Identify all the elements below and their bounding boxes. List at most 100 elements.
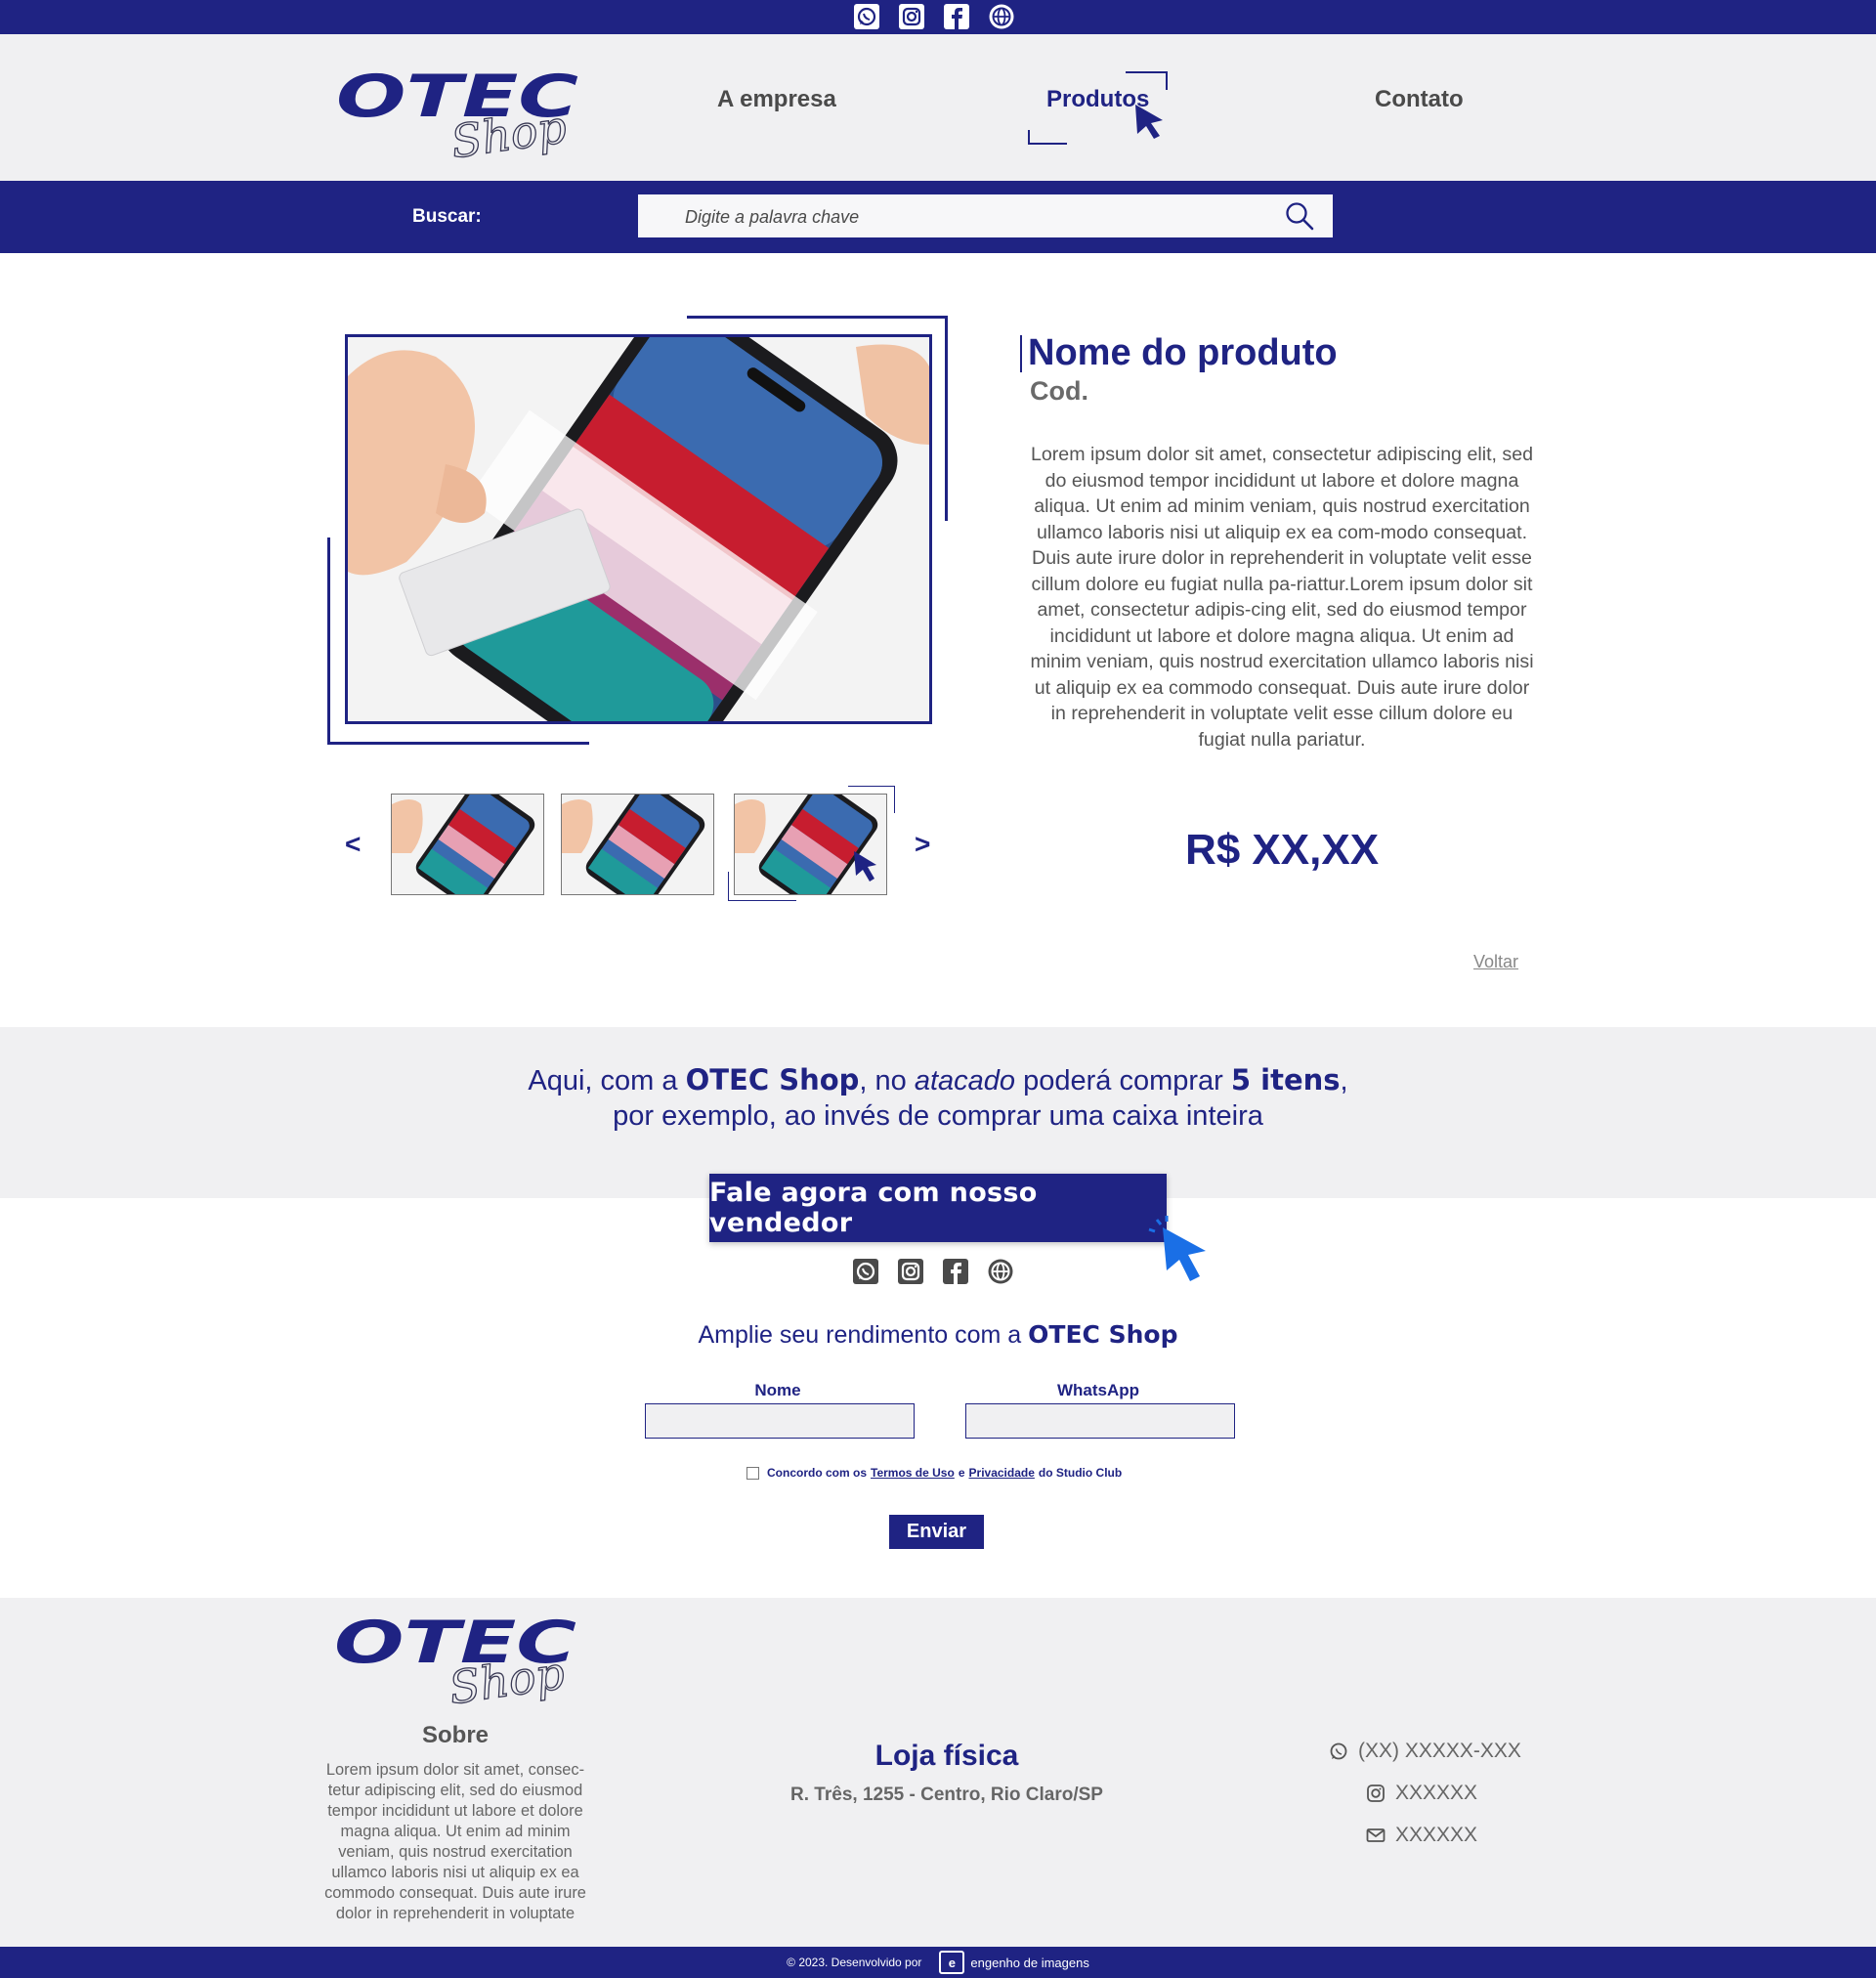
footer-logo[interactable]: OTEC Shop <box>334 1609 578 1715</box>
photo-border-top <box>345 334 932 337</box>
product-price: R$ XX,XX <box>1184 826 1380 874</box>
envelope-icon <box>1366 1828 1386 1842</box>
footer-loja-address: R. Três, 1255 - Centro, Rio Claro/SP <box>790 1784 1103 1805</box>
product-thumbnail-selected[interactable] <box>734 794 887 895</box>
photo-border-right <box>929 334 932 724</box>
bottom-bar: © 2023. Desenvolvido por e engenho de im… <box>0 1947 1876 1978</box>
product-code: Cod. <box>1030 376 1088 406</box>
promo-part: Aqui, com a <box>528 1065 686 1096</box>
click-cursor-icon <box>1148 1216 1206 1281</box>
thumbnail-photo <box>735 795 886 894</box>
promo-brand: OTEC Shop <box>685 1063 860 1096</box>
form-heading-text: Amplie seu rendimento com a <box>698 1321 1029 1349</box>
globe-icon[interactable] <box>988 3 1015 30</box>
nav-bracket-top-side <box>1166 71 1168 90</box>
nav-bracket-bottom <box>1028 143 1067 145</box>
instagram-icon <box>1367 1784 1385 1802</box>
name-label: Nome <box>754 1381 801 1399</box>
whatsapp-icon[interactable] <box>853 3 880 30</box>
nav-contato[interactable]: Contato <box>1375 86 1464 113</box>
developer-name: engenho de imagens <box>970 1955 1089 1970</box>
thumb-bracket-top <box>848 786 895 787</box>
thumbnail-photo <box>392 795 543 894</box>
footer-logo-graphic: OTEC Shop <box>334 1609 576 1715</box>
search-box <box>638 194 1333 239</box>
facebook-icon[interactable] <box>942 1258 969 1285</box>
submit-button[interactable]: Enviar <box>889 1515 984 1549</box>
globe-icon[interactable] <box>987 1258 1014 1285</box>
consent-checkbox[interactable] <box>746 1466 759 1480</box>
nav-bracket-top <box>1126 71 1168 73</box>
promo-part: , <box>1340 1065 1348 1096</box>
whatsapp-label: WhatsApp <box>1056 1381 1140 1399</box>
instagram-icon[interactable] <box>897 1258 924 1285</box>
nav-empresa[interactable]: A empresa <box>717 86 836 113</box>
contact-seller-button[interactable]: Fale agora com nosso vendedor <box>709 1174 1167 1242</box>
product-title: Nome do produto <box>1028 332 1338 373</box>
consent-text: Concordo com os <box>767 1466 868 1480</box>
back-link[interactable]: Voltar <box>1473 952 1518 972</box>
product-description: Lorem ipsum dolor sit amet, consectetur … <box>1030 444 1534 751</box>
photo-frame-left-accent <box>327 538 330 745</box>
promo-line2: por exemplo, ao invés de comprar uma cai… <box>613 1100 1263 1132</box>
footer-email[interactable]: XXXXXX <box>1366 1824 1477 1847</box>
search-bar: Buscar: <box>0 181 1876 253</box>
cta-social-links <box>852 1258 1014 1285</box>
footer-phone[interactable]: (XX) XXXXX-XXX <box>1329 1740 1521 1763</box>
photo-border-left <box>345 334 348 724</box>
promo-line1: Aqui, com a OTEC Shop, no atacado poderá… <box>528 1063 1348 1096</box>
search-input[interactable] <box>683 194 1254 239</box>
whatsapp-icon <box>1330 1742 1347 1760</box>
thumb-bracket-left <box>728 872 729 901</box>
footer-instagram[interactable]: XXXXXX <box>1366 1782 1477 1805</box>
product-thumbnail[interactable] <box>561 794 714 895</box>
facebook-icon[interactable] <box>943 3 970 30</box>
promo-atacado: atacado <box>914 1065 1016 1096</box>
search-icon[interactable] <box>1284 200 1315 232</box>
consent-text: e <box>958 1466 965 1480</box>
footer-instagram-text: XXXXXX <box>1395 1782 1478 1804</box>
photo-frame-right-accent <box>945 316 948 521</box>
product-thumbnail[interactable] <box>391 794 544 895</box>
copyright-text: © 2023. Desenvolvido por <box>787 1956 922 1969</box>
thumb-bracket-bottom <box>728 900 796 901</box>
promo-text: Aqui, com a OTEC Shop, no atacado poderá… <box>0 1062 1876 1134</box>
photo-border-bottom <box>345 721 932 724</box>
footer-phone-text: (XX) XXXXX-XXX <box>1358 1740 1521 1762</box>
footer-email-text: XXXXXX <box>1395 1824 1478 1846</box>
title-accent-bar <box>1020 335 1022 372</box>
top-bar <box>0 0 1876 34</box>
product-main-image[interactable] <box>348 337 929 721</box>
promo-part: , no <box>859 1065 915 1096</box>
instagram-icon[interactable] <box>898 3 925 30</box>
footer-loja-title: Loja física <box>874 1740 1019 1772</box>
promo-part: poderá comprar <box>1015 1065 1231 1096</box>
consent-text: do Studio Club <box>1038 1466 1123 1480</box>
search-label: Buscar: <box>412 206 482 227</box>
footer-sobre-title: Sobre <box>421 1722 489 1748</box>
name-field[interactable] <box>645 1403 915 1439</box>
form-heading: Amplie seu rendimento com a OTEC Shop <box>0 1320 1876 1350</box>
cursor-pointer-icon <box>1135 105 1163 139</box>
photo-frame-top-accent <box>687 316 948 319</box>
promo-items: 5 itens <box>1230 1063 1341 1096</box>
privacy-link[interactable]: Privacidade <box>969 1466 1035 1480</box>
site-header: OTEC Shop A empresa Produtos Contato <box>0 34 1876 181</box>
whatsapp-icon[interactable] <box>852 1258 879 1285</box>
top-social-links <box>853 3 1015 30</box>
photo-frame-bottom-accent <box>327 742 589 745</box>
product-photo-graphic <box>348 337 929 721</box>
thumb-prev-arrow[interactable]: < <box>345 829 361 860</box>
developer-mark-icon: e <box>939 1951 965 1974</box>
otec-shop-logo[interactable]: OTEC Shop <box>336 63 580 169</box>
thumb-bracket-side <box>894 786 895 813</box>
logo-graphic: OTEC Shop <box>336 63 578 169</box>
consent-row: Concordo com os Termos de Uso e Privacid… <box>746 1466 1122 1480</box>
whatsapp-field[interactable] <box>965 1403 1235 1439</box>
form-heading-brand: OTEC Shop <box>1028 1320 1178 1349</box>
developer-logo[interactable]: e engenho de imagens <box>939 1951 1089 1974</box>
terms-link[interactable]: Termos de Uso <box>871 1466 955 1480</box>
footer-sobre-text: Lorem ipsum dolor sit amet, consec-tetur… <box>324 1761 586 1922</box>
thumb-next-arrow[interactable]: > <box>915 829 930 860</box>
thumbnail-photo <box>562 795 713 894</box>
